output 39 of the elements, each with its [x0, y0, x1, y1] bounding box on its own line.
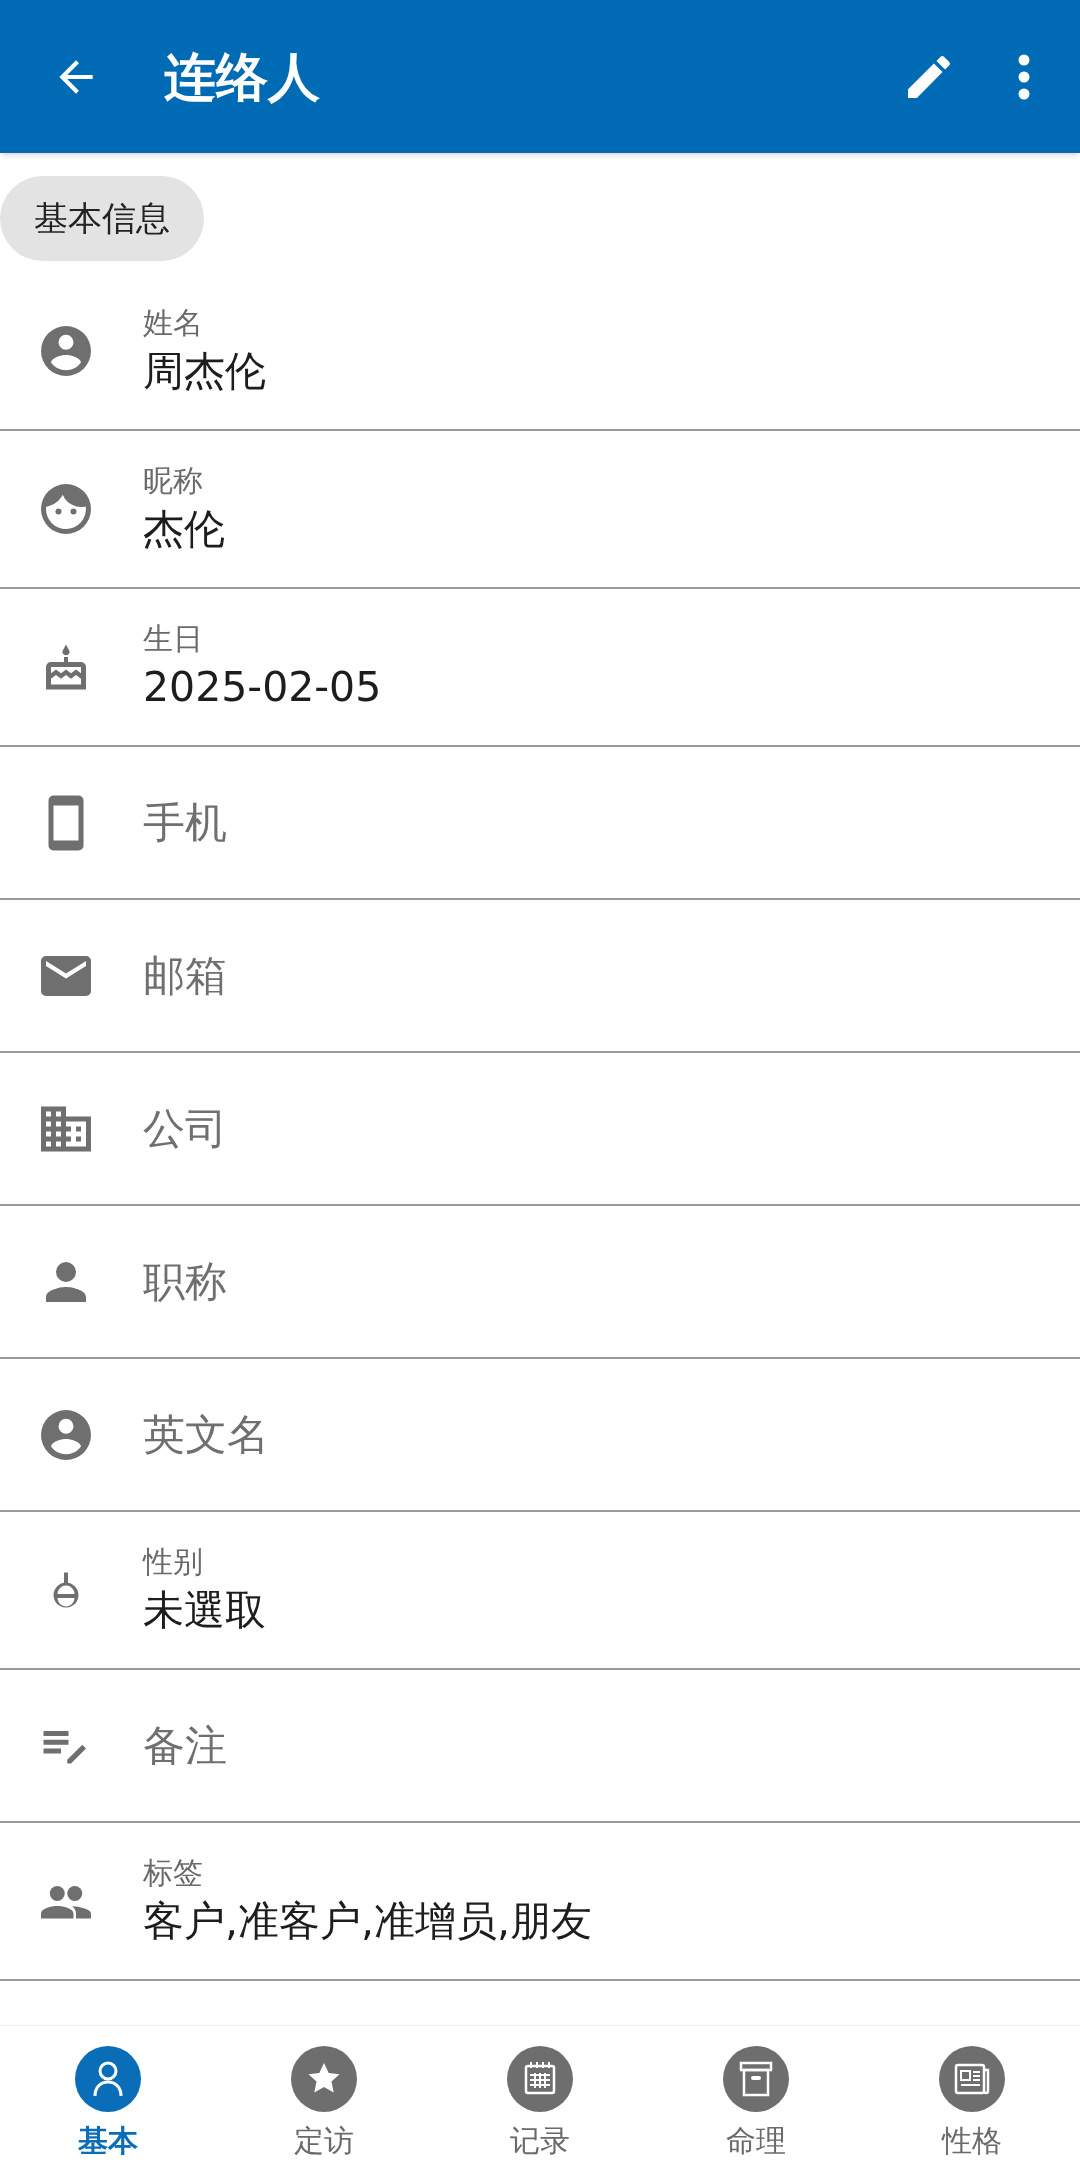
field-row[interactable]: 职称 [0, 1206, 1080, 1359]
field-value: 杰伦 [143, 504, 225, 555]
field-row[interactable]: 邮箱 [0, 900, 1080, 1053]
field-placeholder: 公司 [143, 1103, 227, 1155]
section-chip[interactable]: 基本信息 [0, 176, 204, 261]
field-row[interactable]: 昵称 杰伦 [0, 431, 1080, 589]
nav-tab[interactable]: 记录 [432, 2026, 648, 2181]
field-row[interactable]: 手机 [0, 747, 1080, 900]
field-row[interactable]: 备注 [0, 1670, 1080, 1823]
person-icon [75, 2046, 141, 2112]
field-row[interactable]: 公司 [0, 1053, 1080, 1206]
field-label: 性别 [143, 1543, 204, 1581]
field-value: 客户,准客户,准增员,朋友 [143, 1896, 593, 1947]
nav-tab[interactable]: 基本 [0, 2026, 216, 2181]
field-row[interactable]: 姓名 周杰伦 [0, 273, 1080, 431]
field-row[interactable]: 生日 2025-02-05 [0, 589, 1080, 747]
field-placeholder: 职称 [143, 1256, 227, 1308]
field-value: 周杰伦 [143, 346, 266, 397]
field-placeholder: 手机 [143, 797, 227, 849]
field-label: 标签 [143, 1854, 204, 1892]
page-title: 连络人 [164, 45, 321, 109]
calendar-icon [507, 2046, 573, 2112]
field-row[interactable]: 英文名 [0, 1359, 1080, 1512]
field-placeholder: 备注 [143, 1720, 227, 1772]
field-label: 昵称 [143, 462, 204, 500]
field-label: 姓名 [143, 304, 204, 342]
field-placeholder: 英文名 [143, 1409, 269, 1461]
field-label: 生日 [143, 620, 204, 658]
more-vertical-icon [1017, 52, 1031, 101]
field-placeholder: 邮箱 [143, 950, 227, 1002]
nav-tab[interactable]: 定访 [216, 2026, 432, 2181]
newspaper-icon [939, 2046, 1005, 2112]
nav-tab[interactable]: 性格 [864, 2026, 1080, 2181]
nav-tab[interactable]: 命理 [648, 2026, 864, 2181]
field-row[interactable]: 标签 客户,准客户,准增员,朋友 [0, 1823, 1080, 1981]
field-row[interactable]: 性别 未選取 [0, 1512, 1080, 1670]
field-value: 2025-02-05 [143, 662, 382, 713]
archive-box-icon [723, 2046, 789, 2112]
field-value: 未選取 [143, 1585, 266, 1636]
